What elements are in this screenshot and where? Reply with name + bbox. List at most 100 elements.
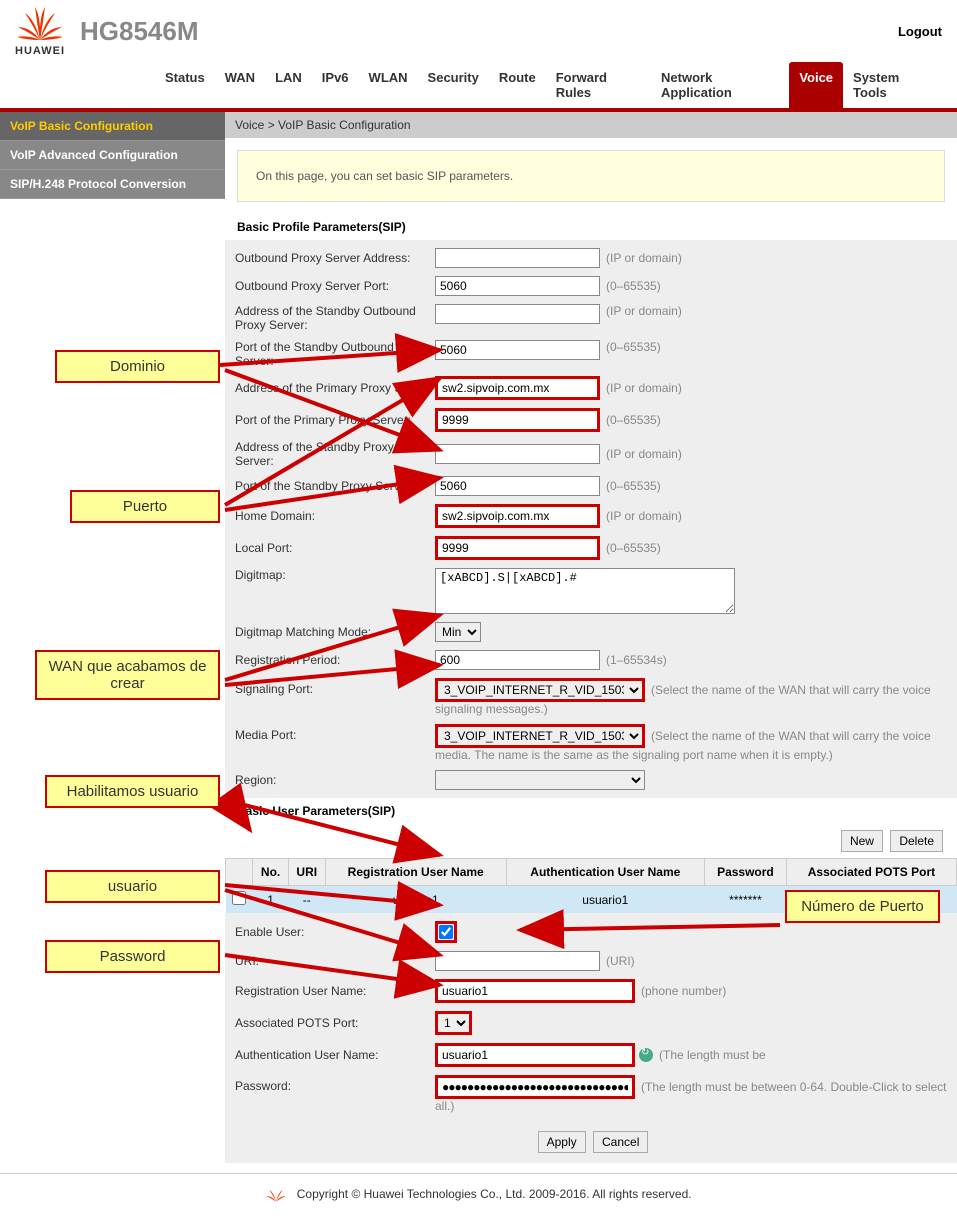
label-auth-user: Authentication User Name: — [235, 1048, 435, 1062]
input-out-proxy-addr[interactable] — [435, 248, 600, 268]
input-digitmap[interactable]: [xABCD].S|[xABCD].# — [435, 568, 735, 614]
label-sig-port: Signaling Port: — [235, 678, 435, 696]
logout-link[interactable]: Logout — [898, 24, 942, 39]
input-prim-proxy-port[interactable] — [435, 408, 600, 432]
hint: (0–65535) — [606, 479, 661, 493]
input-password[interactable] — [435, 1075, 635, 1099]
input-uri[interactable] — [435, 951, 600, 971]
cell-uri: -- — [288, 886, 325, 914]
sidebar-item[interactable]: VoIP Basic Configuration — [0, 112, 225, 141]
callout-password: Password — [45, 940, 220, 973]
nav-wlan[interactable]: WLAN — [359, 62, 418, 108]
apply-button[interactable]: Apply — [538, 1131, 586, 1153]
sidebar: VoIP Basic ConfigurationVoIP Advanced Co… — [0, 112, 225, 1163]
callout-dominio: Dominio — [55, 350, 220, 383]
nav-network-application[interactable]: Network Application — [651, 62, 789, 108]
hint: (The length must be — [659, 1048, 766, 1062]
label-reg-period: Registration Period: — [235, 653, 435, 667]
input-reg-user[interactable] — [435, 979, 635, 1003]
label-pots: Associated POTS Port: — [235, 1016, 435, 1030]
sidebar-item[interactable]: VoIP Advanced Configuration — [0, 141, 225, 170]
label-enable-user: Enable User: — [235, 925, 435, 939]
callout-usuario: usuario — [45, 870, 220, 903]
input-prim-proxy-addr[interactable] — [435, 376, 600, 400]
info-box: On this page, you can set basic SIP para… — [237, 150, 945, 202]
input-standby-out-addr[interactable] — [435, 304, 600, 324]
label-standby-out-port: Port of the Standby Outbound Proxy Serve… — [235, 340, 435, 368]
callout-numero: Número de Puerto — [785, 890, 940, 923]
sidebar-item[interactable]: SIP/H.248 Protocol Conversion — [0, 170, 225, 199]
hint: (0–65535) — [606, 541, 661, 555]
reset-icon[interactable] — [639, 1048, 653, 1062]
callout-habilitamos: Habilitamos usuario — [45, 775, 220, 808]
input-reg-period[interactable] — [435, 650, 600, 670]
table-header: No. — [253, 859, 288, 886]
cell-pw: ******* — [704, 886, 786, 914]
nav-status[interactable]: Status — [155, 62, 215, 108]
breadcrumb: Voice > VoIP Basic Configuration — [225, 112, 957, 138]
nav-forward-rules[interactable]: Forward Rules — [546, 62, 651, 108]
row-select-checkbox[interactable] — [232, 891, 246, 905]
label-uri: URI: — [235, 954, 435, 968]
input-standby-out-port[interactable] — [435, 340, 600, 360]
cell-no: 1 — [253, 886, 288, 914]
hint: (0–65535) — [606, 340, 661, 354]
callout-wan: WAN que acabamos de crear — [35, 650, 220, 700]
hint: (IP or domain) — [606, 251, 682, 265]
model-title: HG8546M — [80, 16, 898, 47]
input-home-domain[interactable] — [435, 504, 600, 528]
footer: Copyright © Huawei Technologies Co., Ltd… — [0, 1173, 957, 1216]
hint: (IP or domain) — [606, 381, 682, 395]
select-region[interactable] — [435, 770, 645, 790]
nav-system-tools[interactable]: System Tools — [843, 62, 942, 108]
label-local-port: Local Port: — [235, 541, 435, 555]
select-digitmap-mode[interactable]: Min — [435, 622, 481, 642]
label-home-domain: Home Domain: — [235, 509, 435, 523]
cancel-button[interactable]: Cancel — [593, 1131, 648, 1153]
label-digitmap: Digitmap: — [235, 568, 435, 582]
table-header: Authentication User Name — [506, 859, 704, 886]
cell-reg: usuario1 — [325, 886, 506, 914]
nav-wan[interactable]: WAN — [215, 62, 265, 108]
top-nav: StatusWANLANIPv6WLANSecurityRouteForward… — [0, 62, 957, 112]
checkbox-enable-user[interactable] — [439, 925, 453, 939]
brand-text: HUAWEI — [15, 45, 65, 57]
input-standby-proxy-port[interactable] — [435, 476, 600, 496]
cell-auth: usuario1 — [506, 886, 704, 914]
huawei-icon — [15, 5, 65, 45]
table-header: Registration User Name — [325, 859, 506, 886]
input-out-proxy-port[interactable] — [435, 276, 600, 296]
hint: (phone number) — [641, 984, 726, 998]
nav-ipv6[interactable]: IPv6 — [312, 62, 359, 108]
input-local-port[interactable] — [435, 536, 600, 560]
nav-route[interactable]: Route — [489, 62, 546, 108]
delete-button[interactable]: Delete — [890, 830, 943, 852]
footer-text: Copyright © Huawei Technologies Co., Ltd… — [297, 1187, 692, 1201]
hint: (IP or domain) — [606, 509, 682, 523]
nav-voice[interactable]: Voice — [789, 62, 843, 108]
header: HUAWEI HG8546M Logout — [0, 0, 957, 62]
user-form: Enable User: URI:(URI) Registration User… — [225, 913, 957, 1121]
label-out-proxy-addr: Outbound Proxy Server Address: — [235, 251, 435, 265]
label-out-proxy-port: Outbound Proxy Server Port: — [235, 279, 435, 293]
label-digitmap-mode: Digitmap Matching Mode: — [235, 625, 435, 639]
select-pots[interactable]: 1 — [435, 1011, 472, 1035]
table-header: URI — [288, 859, 325, 886]
profile-form: Outbound Proxy Server Address: (IP or dom… — [225, 240, 957, 798]
input-auth-user[interactable] — [435, 1043, 635, 1067]
input-standby-proxy-addr[interactable] — [435, 444, 600, 464]
table-header — [226, 859, 253, 886]
label-standby-proxy-addr: Address of the Standby Proxy Server: — [235, 440, 435, 468]
nav-lan[interactable]: LAN — [265, 62, 312, 108]
select-media-port[interactable]: 3_VOIP_INTERNET_R_VID_1503 — [435, 724, 645, 748]
label-password: Password: — [235, 1075, 435, 1093]
hint: (IP or domain) — [606, 304, 682, 318]
section-user-title: Basic User Parameters(SIP) — [225, 798, 957, 824]
label-prim-proxy-addr: Address of the Primary Proxy Server: — [235, 381, 435, 395]
select-sig-port[interactable]: 3_VOIP_INTERNET_R_VID_1503 — [435, 678, 645, 702]
table-header: Associated POTS Port — [786, 859, 956, 886]
new-button[interactable]: New — [841, 830, 883, 852]
content: Voice > VoIP Basic Configuration On this… — [225, 112, 957, 1163]
nav-security[interactable]: Security — [418, 62, 489, 108]
table-header: Password — [704, 859, 786, 886]
